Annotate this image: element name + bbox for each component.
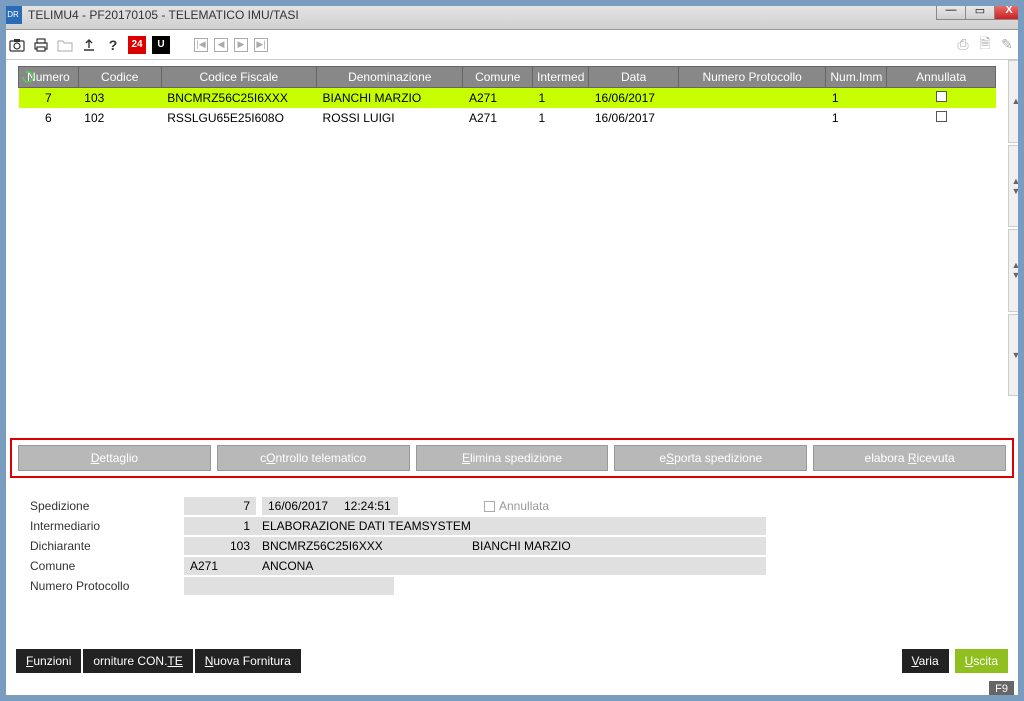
- dettaglio-button[interactable]: Dettaglio: [18, 445, 211, 471]
- cell-numero: 7: [19, 88, 79, 109]
- field-intermediario-num[interactable]: 1: [184, 517, 256, 535]
- col-annullata[interactable]: Annullata: [887, 67, 996, 88]
- print-icon[interactable]: [32, 36, 50, 54]
- bottombar: Funzioni orniture CON.TE Nuova Fornitura…: [16, 649, 1008, 673]
- cell-denominazione: ROSSI LUIGI: [317, 108, 463, 128]
- statusbar: F9: [989, 679, 1014, 697]
- toolbar: ? 24 U |◀ ◀ ▶ ▶| ⎙ 🗎 ✎: [0, 30, 1024, 60]
- upload-icon[interactable]: [80, 36, 98, 54]
- nuova-fornitura-button[interactable]: Nuova Fornitura: [195, 649, 301, 673]
- annullata-checkbox[interactable]: Annullata: [484, 499, 549, 513]
- app-icon: DR: [4, 6, 22, 24]
- cell-data: 16/06/2017: [589, 108, 678, 128]
- checkbox-icon: [936, 111, 947, 122]
- window-title: TELIMU4 - PF20170105 - TELEMATICO IMU/TA…: [28, 8, 299, 22]
- help-icon[interactable]: ?: [104, 36, 122, 54]
- label-dichiarante: Dichiarante: [30, 539, 184, 553]
- label-numero-protocollo: Numero Protocollo: [30, 579, 184, 593]
- cell-data: 16/06/2017: [589, 88, 678, 109]
- col-numero-protocollo[interactable]: Numero Protocollo: [678, 67, 826, 88]
- label-intermediario: Intermediario: [30, 519, 184, 533]
- field-spedizione-num[interactable]: 7: [184, 497, 256, 515]
- brand-24-icon[interactable]: 24: [128, 36, 146, 54]
- field-dichiarante-nome[interactable]: BIANCHI MARZIO: [466, 537, 766, 555]
- titlebar: DR TELIMU4 - PF20170105 - TELEMATICO IMU…: [0, 0, 1024, 30]
- field-comune-cod[interactable]: A271: [184, 557, 256, 575]
- label-spedizione: Spedizione: [30, 499, 184, 513]
- cell-codice: 103: [78, 88, 161, 109]
- camera-icon[interactable]: [8, 36, 26, 54]
- cell-num_imm: 1: [826, 108, 887, 128]
- edit-icon[interactable]: ✎: [998, 36, 1016, 54]
- cell-denominazione: BIANCHI MARZIO: [317, 88, 463, 109]
- cell-num_imm: 1: [826, 88, 887, 109]
- minimize-button[interactable]: —: [936, 0, 966, 20]
- cell-numero_protocollo: [678, 88, 826, 109]
- col-denominazione[interactable]: Denominazione: [317, 67, 463, 88]
- field-spedizione-data[interactable]: 16/06/2017: [262, 497, 338, 515]
- cell-intermed: 1: [533, 88, 589, 109]
- table-header-row: Numero Codice Codice Fiscale Denominazio…: [19, 67, 996, 88]
- checkbox-icon: [936, 91, 947, 102]
- nav-prev-icon[interactable]: ◀: [214, 38, 228, 52]
- field-spedizione-ora[interactable]: 12:24:51: [338, 497, 398, 515]
- checkbox-icon: [484, 501, 495, 512]
- export-icon[interactable]: ⎙: [954, 36, 972, 54]
- field-comune-desc[interactable]: ANCONA: [256, 557, 766, 575]
- field-dichiarante-cf[interactable]: BNCMRZ56C25I6XXX: [256, 537, 466, 555]
- brand-u-icon[interactable]: U: [152, 36, 170, 54]
- cell-numero_protocollo: [678, 108, 826, 128]
- nav-first-icon[interactable]: |◀: [194, 38, 208, 52]
- varia-button[interactable]: Varia: [902, 649, 949, 673]
- col-num-imm[interactable]: Num.Imm: [826, 67, 887, 88]
- ricevuta-button[interactable]: elabora Ricevuta: [813, 445, 1006, 471]
- cell-comune: A271: [463, 88, 533, 109]
- scrollbar-stub[interactable]: ▲ ▲▼ ▲▼ ▼: [1008, 60, 1024, 398]
- col-intermed[interactable]: Intermed: [533, 67, 589, 88]
- actions-bar: Dettaglio cOntrollo telematico Elimina s…: [10, 438, 1014, 478]
- field-numero-protocollo[interactable]: [184, 577, 394, 595]
- esporta-button[interactable]: eSporta spedizione: [614, 445, 807, 471]
- table-area: Numero Codice Codice Fiscale Denominazio…: [0, 60, 1024, 398]
- cell-intermed: 1: [533, 108, 589, 128]
- cell-codice_fiscale: BNCMRZ56C25I6XXX: [161, 88, 316, 109]
- funzioni-button[interactable]: Funzioni: [16, 649, 81, 673]
- detail-form: Spedizione 7 16/06/2017 12:24:51 Annulla…: [0, 478, 1024, 614]
- nav-last-icon[interactable]: ▶|: [254, 38, 268, 52]
- forniture-button[interactable]: orniture CON.TE: [83, 649, 192, 673]
- cell-annullata[interactable]: [887, 108, 996, 128]
- cell-codice_fiscale: RSSLGU65E25I608O: [161, 108, 316, 128]
- col-codice[interactable]: Codice: [78, 67, 161, 88]
- document-icon[interactable]: 🗎: [976, 36, 994, 54]
- col-comune[interactable]: Comune: [463, 67, 533, 88]
- maximize-button[interactable]: ▭: [965, 0, 995, 20]
- elimina-button[interactable]: Elimina spedizione: [416, 445, 609, 471]
- cell-numero: 6: [19, 108, 79, 128]
- table-row[interactable]: 6102RSSLGU65E25I608OROSSI LUIGIA271116/0…: [19, 108, 996, 128]
- spedizioni-table: Numero Codice Codice Fiscale Denominazio…: [18, 66, 996, 128]
- nav-next-icon[interactable]: ▶: [234, 38, 248, 52]
- f9-indicator: F9: [989, 681, 1014, 697]
- folder-icon[interactable]: [56, 36, 74, 54]
- label-comune: Comune: [30, 559, 184, 573]
- cell-annullata[interactable]: [887, 88, 996, 109]
- field-intermediario-desc[interactable]: ELABORAZIONE DATI TEAMSYSTEM: [256, 517, 766, 535]
- cell-codice: 102: [78, 108, 161, 128]
- uscita-button[interactable]: Uscita: [955, 649, 1008, 673]
- cell-comune: A271: [463, 108, 533, 128]
- col-numero[interactable]: Numero: [19, 67, 79, 88]
- close-button[interactable]: X: [994, 0, 1024, 20]
- controllo-button[interactable]: cOntrollo telematico: [217, 445, 410, 471]
- col-data[interactable]: Data: [589, 67, 678, 88]
- col-codice-fiscale[interactable]: Codice Fiscale: [161, 67, 316, 88]
- table-row[interactable]: 7103BNCMRZ56C25I6XXXBIANCHI MARZIOA27111…: [19, 88, 996, 109]
- field-dichiarante-num[interactable]: 103: [184, 537, 256, 555]
